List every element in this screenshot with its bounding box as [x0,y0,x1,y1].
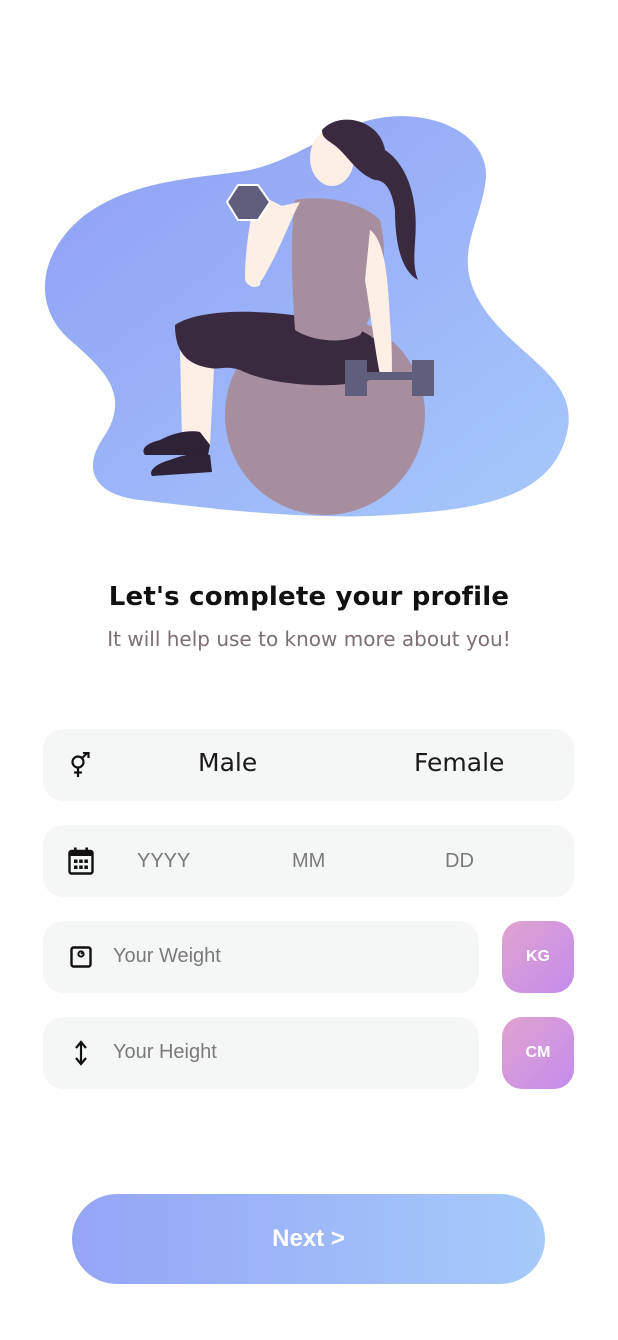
gender-selector: Male Female [43,729,574,801]
weight-field [43,921,479,993]
gender-icon [67,751,95,779]
profile-illustration [44,116,569,517]
dumbbell-lower [345,360,367,396]
calendar-icon [67,847,95,875]
date-of-birth-field: YYYY MM DD [43,825,574,897]
dob-month-input[interactable]: MM [292,850,325,873]
height-field [43,1017,479,1089]
dumbbell-lower [365,372,415,380]
dumbbell-lower [412,360,434,396]
height-unit-button[interactable]: CM [502,1017,574,1089]
page-title: Let's complete your profile [108,582,510,612]
height-arrows-icon [67,1039,95,1067]
weight-unit-button[interactable]: KG [502,921,574,993]
dob-day-input[interactable]: DD [445,850,474,873]
scale-icon [67,943,95,971]
next-button[interactable]: Next > [72,1194,545,1284]
weight-input[interactable] [113,945,453,968]
gender-option-female[interactable]: Female [414,748,504,777]
page-subtitle: It will help use to know more about you! [107,627,511,651]
gender-option-male[interactable]: Male [198,748,257,777]
dob-year-input[interactable]: YYYY [137,850,190,873]
height-input[interactable] [113,1041,453,1064]
